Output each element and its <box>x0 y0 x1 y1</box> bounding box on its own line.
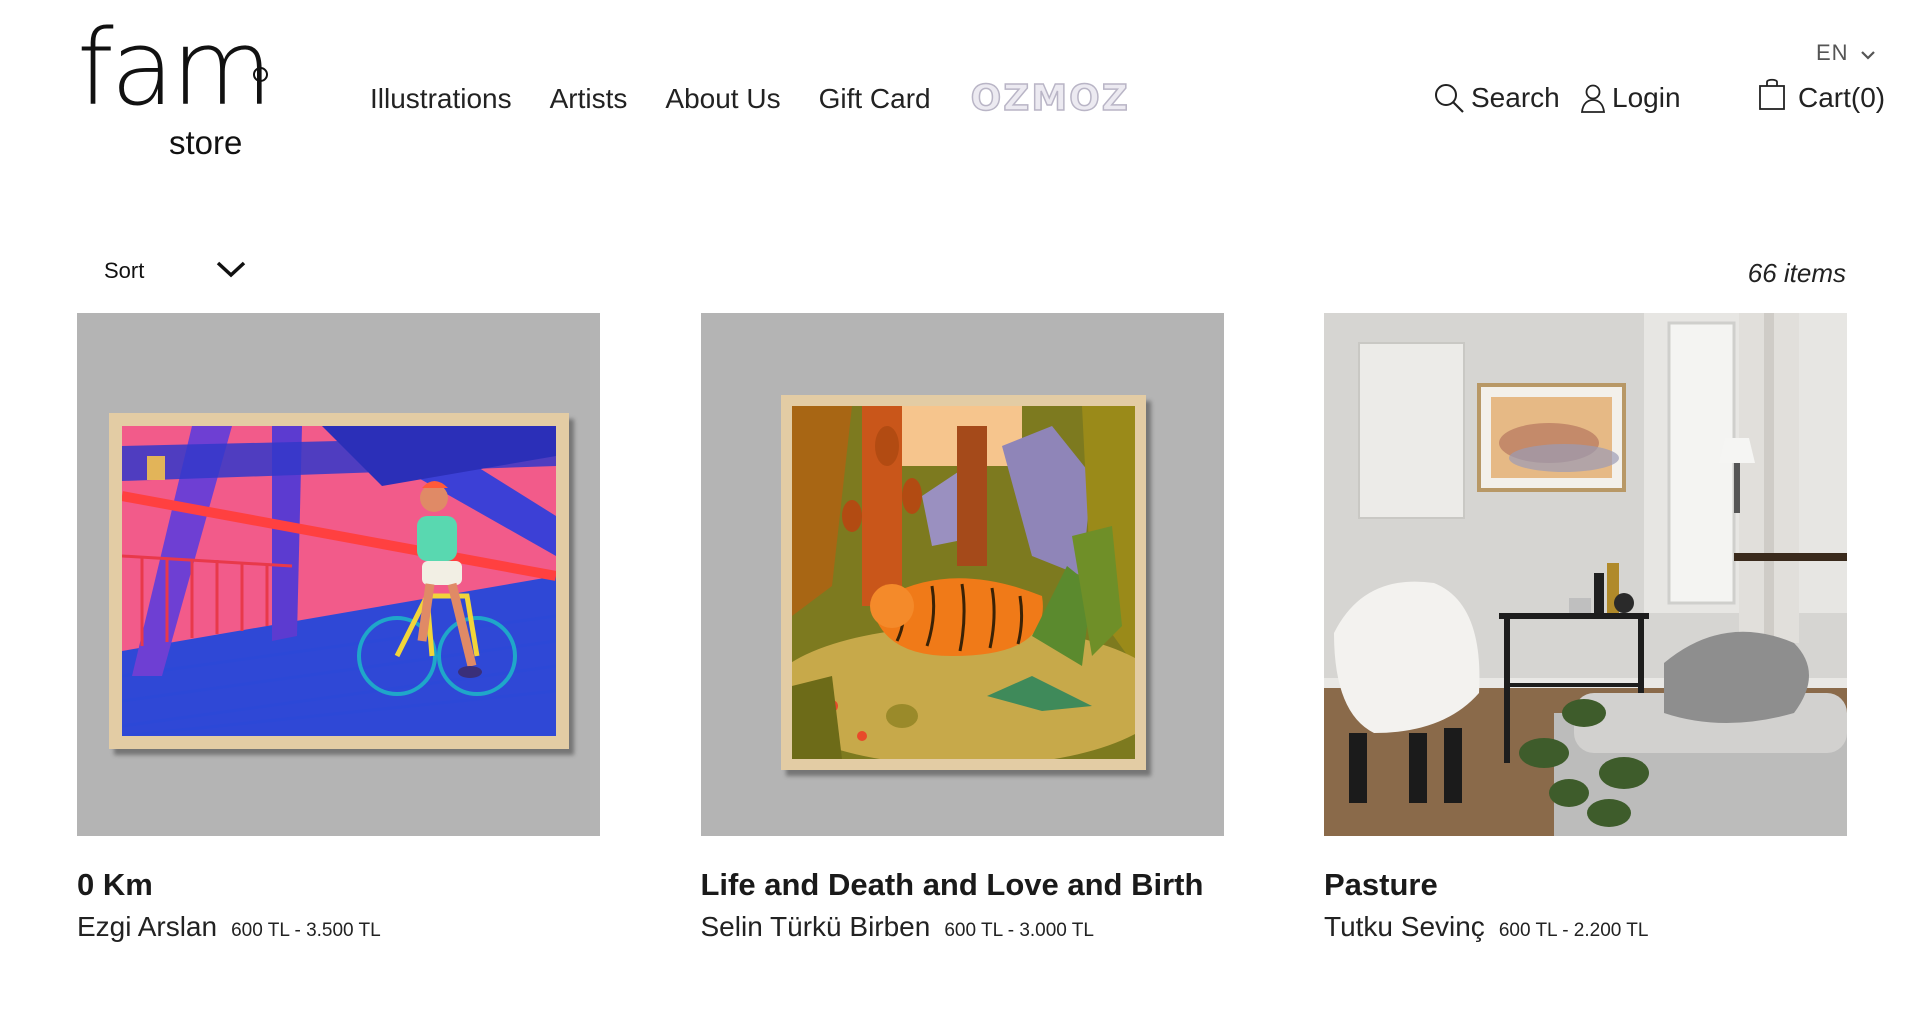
product-price: 600 TL - 3.500 TL <box>231 920 381 942</box>
product-price: 600 TL - 2.200 TL <box>1498 920 1649 942</box>
store-logo[interactable]: fam store <box>77 16 287 165</box>
picture-frame <box>109 413 569 749</box>
product-card[interactable]: 0 Km Ezgi Arslan 600 TL - 3.500 TL <box>77 313 600 943</box>
chevron-down-icon <box>1860 40 1875 66</box>
search-button[interactable]: Search <box>1433 82 1560 114</box>
shopping-bag-icon <box>1759 78 1785 110</box>
cart-button[interactable]: Cart(0) <box>1758 78 1886 114</box>
sort-label: Sort <box>104 258 145 283</box>
product-artist[interactable]: Selin Türkü Birben <box>701 911 931 943</box>
ozmoz-logo-link[interactable]: OZMOZ <box>970 77 1130 120</box>
user-icon <box>1580 84 1606 113</box>
logo-degree-mark <box>253 67 268 82</box>
nav-item-about-us[interactable]: About Us <box>665 83 780 115</box>
nav-item-illustrations[interactable]: Illustrations <box>370 83 512 115</box>
product-card[interactable]: Life and Death and Love and Birth Selin … <box>700 313 1224 943</box>
item-count: 66 items <box>1747 258 1846 288</box>
picture-frame <box>780 395 1146 770</box>
product-image[interactable] <box>700 313 1224 836</box>
product-title[interactable]: Life and Death and Love and Birth <box>701 866 1224 903</box>
sort-dropdown[interactable]: Sort <box>104 258 246 284</box>
product-artist[interactable]: Tutku Sevinç <box>1324 911 1485 943</box>
language-label: EN <box>1816 40 1849 65</box>
language-selector[interactable]: EN <box>1816 40 1875 66</box>
product-title[interactable]: Pasture <box>1324 866 1847 903</box>
product-meta: Selin Türkü Birben 600 TL - 3.000 TL <box>701 911 1224 943</box>
product-image[interactable] <box>1324 313 1847 836</box>
nav-item-gift-card[interactable]: Gift Card <box>819 83 931 115</box>
cart-label: Cart(0) <box>1798 82 1886 113</box>
nav-item-artists[interactable]: Artists <box>550 83 628 115</box>
chevron-down-icon <box>216 258 246 284</box>
search-label: Search <box>1471 82 1560 113</box>
product-card[interactable]: Pasture Tutku Sevinç 600 TL - 2.200 TL <box>1324 313 1847 943</box>
product-meta: Tutku Sevinç 600 TL - 2.200 TL <box>1324 911 1847 943</box>
product-meta: Ezgi Arslan 600 TL - 3.500 TL <box>77 911 600 943</box>
product-grid: 0 Km Ezgi Arslan 600 TL - 3.500 TL Life … <box>77 313 1847 943</box>
product-image[interactable] <box>77 313 600 836</box>
product-artist[interactable]: Ezgi Arslan <box>77 911 217 943</box>
product-price: 600 TL - 3.000 TL <box>944 920 1094 942</box>
room-photo <box>1324 313 1847 836</box>
logo-wordmark: fam <box>77 7 273 129</box>
artwork-illustration <box>791 406 1135 759</box>
search-icon <box>1435 84 1464 113</box>
artwork-illustration <box>122 426 556 736</box>
logo-subtitle: store <box>169 124 243 161</box>
product-title[interactable]: 0 Km <box>77 866 600 903</box>
main-nav: Illustrations Artists About Us Gift Card… <box>370 77 1130 120</box>
login-button[interactable]: Login <box>1580 82 1681 114</box>
login-label: Login <box>1612 82 1681 113</box>
